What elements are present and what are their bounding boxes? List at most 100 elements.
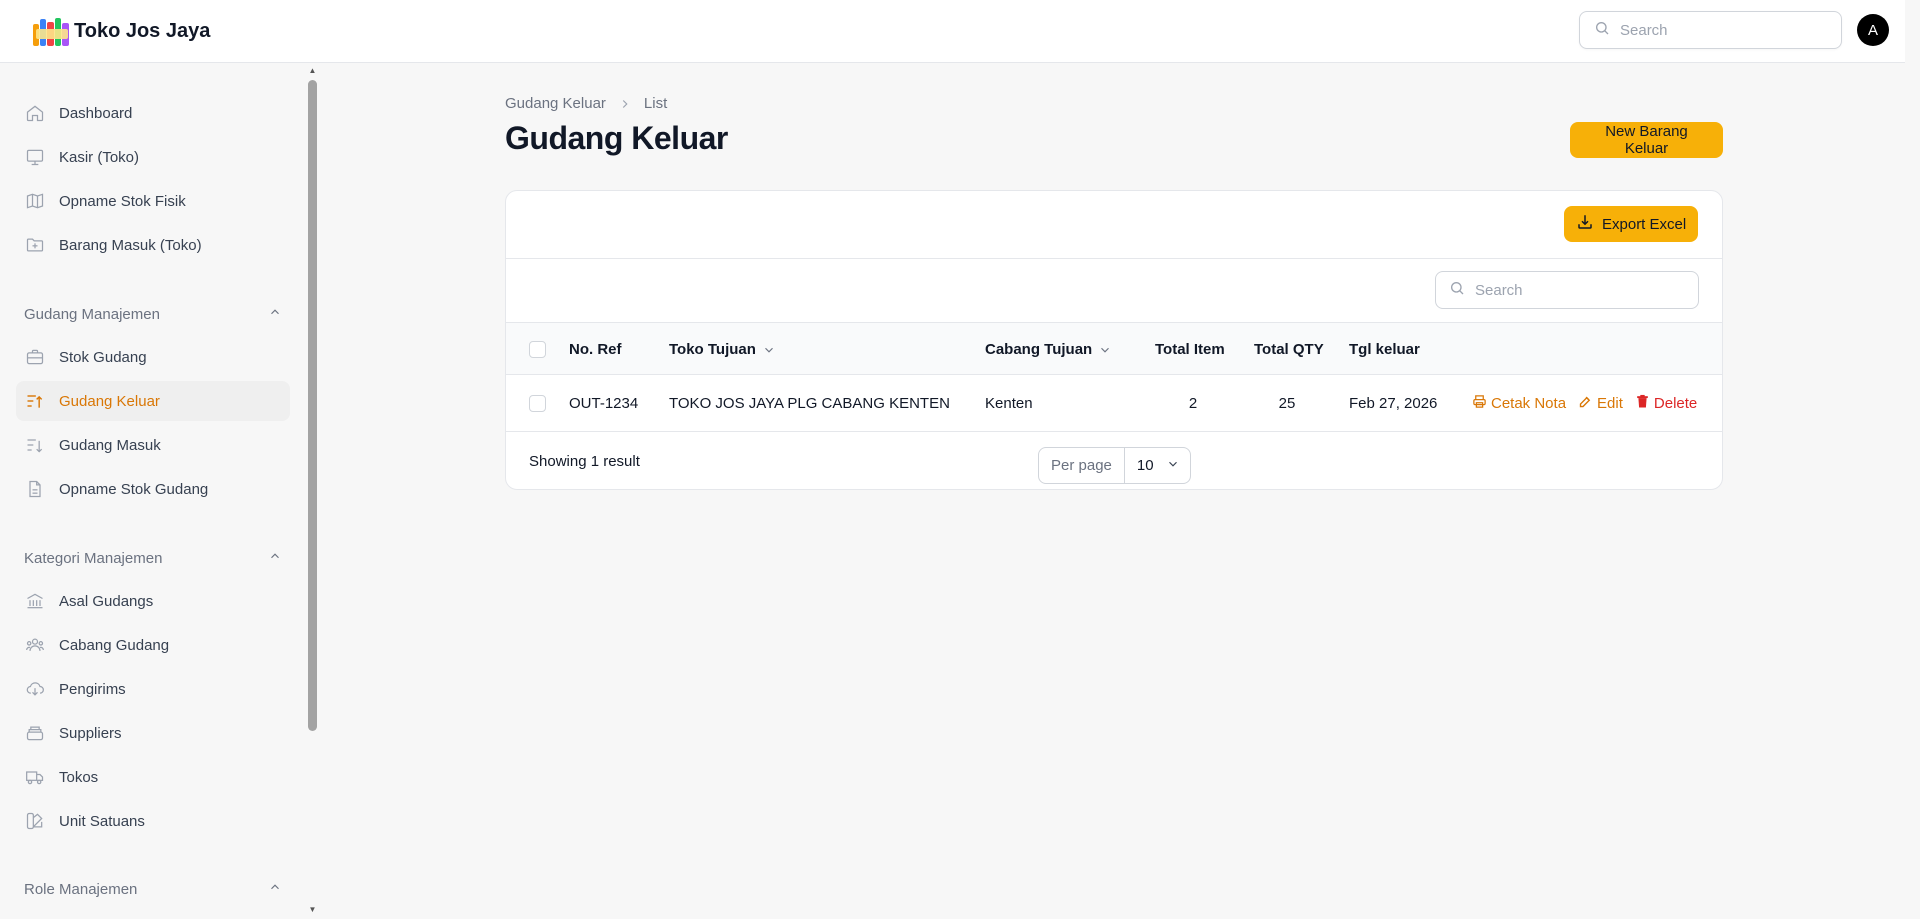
sidebar-item-opname-stok-gudang[interactable]: Opname Stok Gudang [16,469,290,509]
sidebar-item-tokos[interactable]: Tokos [16,757,290,797]
group-label: Role Manajemen [24,880,138,898]
sidebar-item-label: Dashboard [59,104,133,122]
group-gudang-manajemen[interactable]: Gudang Manajemen [24,305,282,323]
sidebar-item-label: Cabang Gudang [59,636,170,654]
export-excel-button[interactable]: Export Excel [1564,206,1699,242]
divider [506,258,1722,259]
sidebar-item-label: Unit Satuans [59,812,145,830]
row-checkbox[interactable] [529,395,546,412]
top-bar: Toko Jos Jaya A [0,0,1905,63]
sidebar: Dashboard Kasir (Toko) Opname Stok Fisik… [0,64,306,919]
search-icon [1594,20,1610,40]
breadcrumb: Gudang Keluar List [505,95,667,112]
avatar[interactable]: A [1857,14,1889,46]
new-barang-keluar-button[interactable]: New Barang Keluar [1570,122,1723,158]
map-icon [24,190,46,212]
sidebar-item-stok-gudang[interactable]: Stok Gudang [16,337,290,377]
sidebar-item-label: Suppliers [59,724,122,742]
folder-plus-icon [24,234,46,256]
app-name: Toko Jos Jaya [74,19,211,42]
column-header-total-qty: Total QTY [1254,341,1324,358]
download-icon [1576,213,1594,235]
sidebar-item-label: Kasir (Toko) [59,148,140,166]
column-header-no-ref[interactable]: No. Ref [569,323,622,376]
column-header-total-item: Total Item [1155,341,1225,358]
monitor-icon [24,146,46,168]
stack-icon [24,722,46,744]
swatch-icon [24,810,46,832]
sidebar-item-label: Opname Stok Fisik [59,192,186,210]
home-icon [24,102,46,124]
sort-up-icon [24,390,46,412]
sidebar-item-label: Pengirims [59,680,126,698]
export-excel-label: Export Excel [1602,215,1687,233]
sidebar-item-label: Tokos [59,768,99,786]
users-icon [24,634,46,656]
sidebar-item-label: Asal Gudangs [59,592,154,610]
table-row[interactable]: OUT-1234 TOKO JOS JAYA PLG CABANG KENTEN… [506,375,1722,432]
sidebar-item-cabang-gudang[interactable]: Cabang Gudang [16,625,290,665]
table-footer: Showing 1 result Per page 10 [506,432,1722,489]
sidebar-item-barang-masuk-toko[interactable]: Barang Masuk (Toko) [16,225,290,265]
cetak-nota-action[interactable]: Cetak Nota [1472,394,1566,413]
per-page-value[interactable]: 10 [1125,457,1190,475]
result-count: Showing 1 result [529,453,640,470]
table-card: Export Excel No. Ref Toko Tujuan Cabang … [505,190,1723,490]
cell-toko-tujuan: TOKO JOS JAYA PLG CABANG KENTEN [669,395,950,412]
column-header-tgl-keluar: Tgl keluar [1349,341,1420,358]
sidebar-item-asal-gudangs[interactable]: Asal Gudangs [16,581,290,621]
group-kategori-manajemen[interactable]: Kategori Manajemen [24,549,282,567]
search-icon [1449,280,1465,300]
scroll-down-arrow-icon[interactable]: ▼ [307,906,318,914]
cell-cabang-tujuan: Kenten [985,395,1033,412]
sidebar-scroll-thumb[interactable] [308,80,317,731]
cell-no-ref: OUT-1234 [569,395,639,412]
group-label: Gudang Manajemen [24,305,160,323]
column-header-toko-tujuan[interactable]: Toko Tujuan [669,323,776,376]
trash-icon [1635,394,1650,413]
per-page-select[interactable]: Per page 10 [1038,447,1191,484]
table-search-input[interactable] [1475,281,1675,299]
select-all-checkbox[interactable] [529,341,546,358]
group-label: Kategori Manajemen [24,549,163,567]
sidebar-item-label: Gudang Keluar [59,392,160,410]
sidebar-item-label: Stok Gudang [59,348,147,366]
breadcrumb-link[interactable]: Gudang Keluar [505,95,606,112]
column-header-cabang-tujuan[interactable]: Cabang Tujuan [985,323,1112,376]
briefcase-icon [24,346,46,368]
sidebar-item-kasir[interactable]: Kasir (Toko) [16,137,290,177]
delete-action[interactable]: Delete [1635,394,1697,413]
chevron-down-icon [1166,457,1180,475]
global-search[interactable] [1579,11,1842,49]
table-search[interactable] [1435,271,1699,309]
sidebar-item-pengirims[interactable]: Pengirims [16,669,290,709]
chevron-down-icon [1098,343,1112,357]
group-role-manajemen[interactable]: Role Manajemen [24,880,282,898]
global-search-input[interactable] [1620,21,1820,39]
per-page-label: Per page [1039,448,1125,483]
document-icon [24,478,46,500]
row-actions: Cetak Nota Edit Delete [1472,375,1697,432]
chevron-up-icon [268,880,282,898]
cell-total-item: 2 [1188,395,1198,412]
sidebar-item-unit-satuans[interactable]: Unit Satuans [16,801,290,841]
edit-icon [1578,394,1593,413]
scroll-up-arrow-icon[interactable]: ▲ [307,67,318,75]
sidebar-item-gudang-masuk[interactable]: Gudang Masuk [16,425,290,465]
sidebar-item-label: Opname Stok Gudang [59,480,209,498]
edit-action[interactable]: Edit [1578,394,1623,413]
printer-icon [1472,394,1487,413]
sidebar-item-suppliers[interactable]: Suppliers [16,713,290,753]
plastic-jos-jaya-logo [29,14,74,48]
table-header: No. Ref Toko Tujuan Cabang Tujuan Total … [506,322,1722,375]
truck-icon [24,766,46,788]
chevron-down-icon [762,343,776,357]
sidebar-item-gudang-keluar[interactable]: Gudang Keluar [16,381,290,421]
sidebar-item-opname-stok-fisik[interactable]: Opname Stok Fisik [16,181,290,221]
chevron-up-icon [268,305,282,323]
brand[interactable]: Toko Jos Jaya [29,14,210,48]
chevron-up-icon [268,549,282,567]
chevron-right-icon [618,97,632,111]
cell-tgl-keluar: Feb 27, 2026 [1349,395,1438,412]
sidebar-item-dashboard[interactable]: Dashboard [16,93,290,133]
